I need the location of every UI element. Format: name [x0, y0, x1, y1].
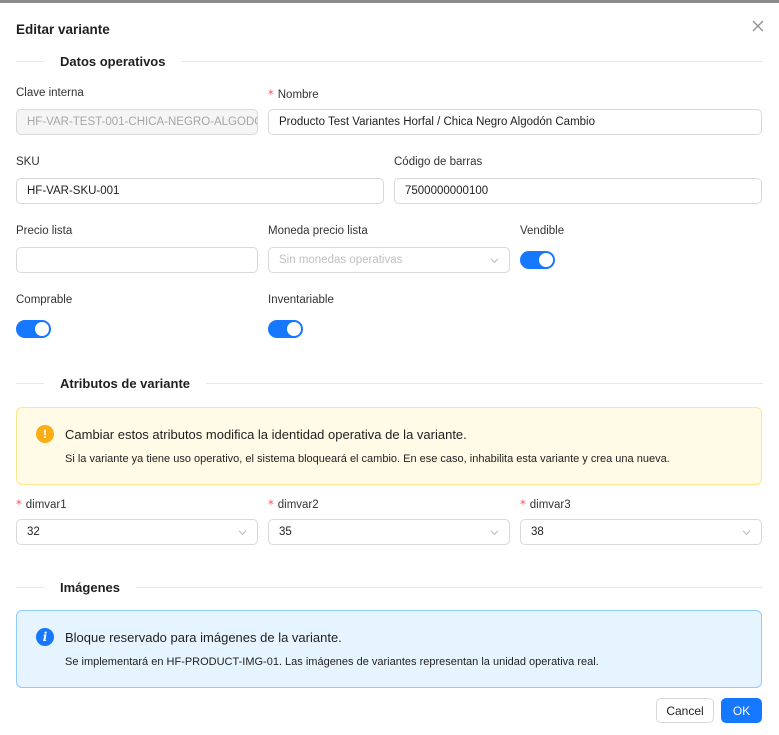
precio-lista-input[interactable] [16, 247, 258, 273]
toggle-knob [35, 322, 49, 336]
moneda-select[interactable]: Sin monedas operativas [268, 247, 510, 273]
cancel-button[interactable]: Cancel [656, 698, 714, 723]
moneda-placeholder: Sin monedas operativas [279, 254, 403, 266]
edit-variant-modal: Editar variante Datos operativos Clave i… [0, 3, 779, 735]
sku-label: SKU [16, 156, 40, 168]
nombre-label: * Nombre [268, 87, 319, 101]
nombre-input[interactable]: Producto Test Variantes Horfal / Chica N… [268, 109, 762, 135]
chevron-down-icon [490, 258, 499, 264]
section-atributos: Atributos de variante [16, 373, 763, 393]
clave-interna-input: HF-VAR-TEST-001-CHICA-NEGRO-ALGODON [16, 109, 258, 135]
chevron-down-icon [238, 530, 247, 536]
chevron-down-icon [490, 530, 499, 536]
inventariable-toggle[interactable] [268, 320, 303, 338]
vendible-label: Vendible [520, 225, 565, 237]
section-datos-operativos: Datos operativos [16, 51, 763, 71]
section-imagenes: Imágenes [16, 577, 763, 597]
dimvar3-label: * dimvar3 [520, 497, 571, 511]
section-title: Datos operativos [60, 53, 166, 69]
alert-message: Bloque reservado para imágenes de la var… [65, 630, 342, 645]
sku-input[interactable]: HF-VAR-SKU-001 [16, 178, 384, 204]
required-mark: * [16, 497, 22, 511]
dimvar2-value: 35 [279, 526, 292, 538]
dimvar2-select[interactable]: 35 [268, 519, 510, 545]
alert-description: Se implementará en HF-PRODUCT-IMG-01. La… [65, 656, 599, 668]
comprable-label: Comprable [16, 294, 73, 306]
vendible-toggle[interactable] [520, 251, 555, 269]
alert-message: Cambiar estos atributos modifica la iden… [65, 427, 467, 442]
dimvar1-value: 32 [27, 526, 40, 538]
alert-description: Si la variante ya tiene uso operativo, e… [65, 453, 670, 465]
section-title: Imágenes [60, 579, 120, 595]
close-icon[interactable] [750, 18, 766, 34]
comprable-toggle[interactable] [16, 320, 51, 338]
dimvar1-label: * dimvar1 [16, 497, 67, 511]
chevron-down-icon [742, 530, 751, 536]
section-title: Atributos de variante [60, 375, 191, 391]
warning-icon: ! [36, 425, 54, 443]
precio-lista-label: Precio lista [16, 225, 73, 237]
required-mark: * [520, 497, 526, 511]
info-icon: i [36, 628, 54, 646]
codigo-barras-label: Código de barras [394, 156, 483, 168]
ok-button[interactable]: OK [721, 698, 762, 723]
dimvar2-label: * dimvar2 [268, 497, 319, 511]
clave-interna-label: Clave interna [16, 87, 84, 99]
dimvar3-value: 38 [531, 526, 544, 538]
required-mark: * [268, 87, 274, 101]
dimvar1-select[interactable]: 32 [16, 519, 258, 545]
modal-title: Editar variante [16, 22, 110, 37]
dimvar3-select[interactable]: 38 [520, 519, 762, 545]
toggle-knob [539, 253, 553, 267]
atributos-warning-alert: ! Cambiar estos atributos modifica la id… [16, 407, 762, 485]
inventariable-label: Inventariable [268, 294, 334, 306]
imagenes-info-alert: i Bloque reservado para imágenes de la v… [16, 610, 762, 688]
codigo-barras-input[interactable]: 7500000000100 [394, 178, 762, 204]
toggle-knob [287, 322, 301, 336]
moneda-label: Moneda precio lista [268, 225, 368, 237]
required-mark: * [268, 497, 274, 511]
